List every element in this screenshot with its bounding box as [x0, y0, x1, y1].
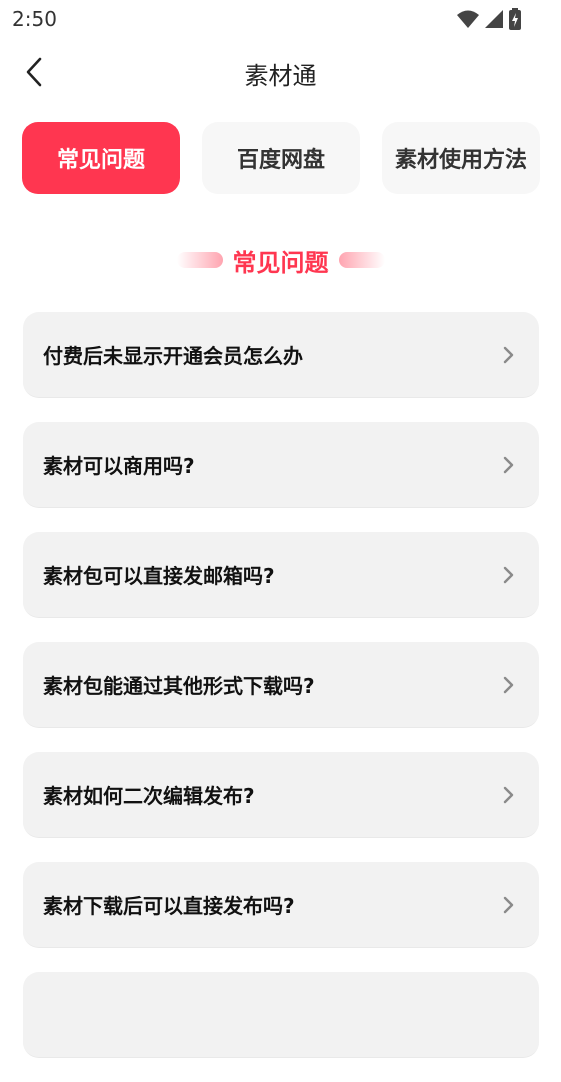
faq-list: 付费后未显示开通会员怎么办 素材可以商用吗? 素材包可以直接发邮箱吗? 素材包能… [23, 312, 539, 1082]
chevron-right-icon [501, 785, 517, 805]
faq-item[interactable]: 素材包能通过其他形式下载吗? [23, 642, 539, 728]
faq-item[interactable]: 素材如何二次编辑发布? [23, 752, 539, 838]
page-title: 素材通 [244, 62, 317, 90]
chevron-right-icon [501, 455, 517, 475]
tab-faq[interactable]: 常见问题 [22, 122, 180, 194]
chevron-right-icon [501, 675, 517, 695]
faq-question: 素材包可以直接发邮箱吗? [43, 564, 275, 588]
section-title: 常见问题 [232, 248, 329, 277]
heading-decoration-right [338, 252, 385, 268]
tab-usage-guide[interactable]: 素材使用方法 [382, 122, 540, 194]
signal-icon [485, 10, 503, 28]
faq-question: 付费后未显示开通会员怎么办 [43, 344, 303, 368]
tab-baidu-netdisk[interactable]: 百度网盘 [202, 122, 360, 194]
faq-question: 素材包能通过其他形式下载吗? [43, 674, 315, 698]
section-heading: 常见问题 [0, 240, 561, 280]
status-bar: 2:50 [0, 0, 561, 38]
status-time: 2:50 [12, 7, 57, 31]
faq-item[interactable]: 素材下载后可以直接发布吗? [23, 862, 539, 948]
heading-decoration-left [176, 252, 223, 268]
chevron-right-icon [501, 345, 517, 365]
wifi-icon [457, 10, 479, 28]
app-header: 素材通 [0, 44, 561, 100]
faq-question: 素材如何二次编辑发布? [43, 784, 255, 808]
category-tabs: 常见问题 百度网盘 素材使用方法 [22, 122, 542, 194]
faq-item[interactable]: 付费后未显示开通会员怎么办 [23, 312, 539, 398]
faq-question: 素材可以商用吗? [43, 454, 195, 478]
status-icons [457, 7, 521, 31]
faq-item[interactable] [23, 972, 539, 1058]
battery-icon [509, 8, 521, 30]
faq-item[interactable]: 素材可以商用吗? [23, 422, 539, 508]
chevron-right-icon [501, 895, 517, 915]
faq-question: 素材下载后可以直接发布吗? [43, 894, 295, 918]
chevron-right-icon [501, 565, 517, 585]
faq-item[interactable]: 素材包可以直接发邮箱吗? [23, 532, 539, 618]
